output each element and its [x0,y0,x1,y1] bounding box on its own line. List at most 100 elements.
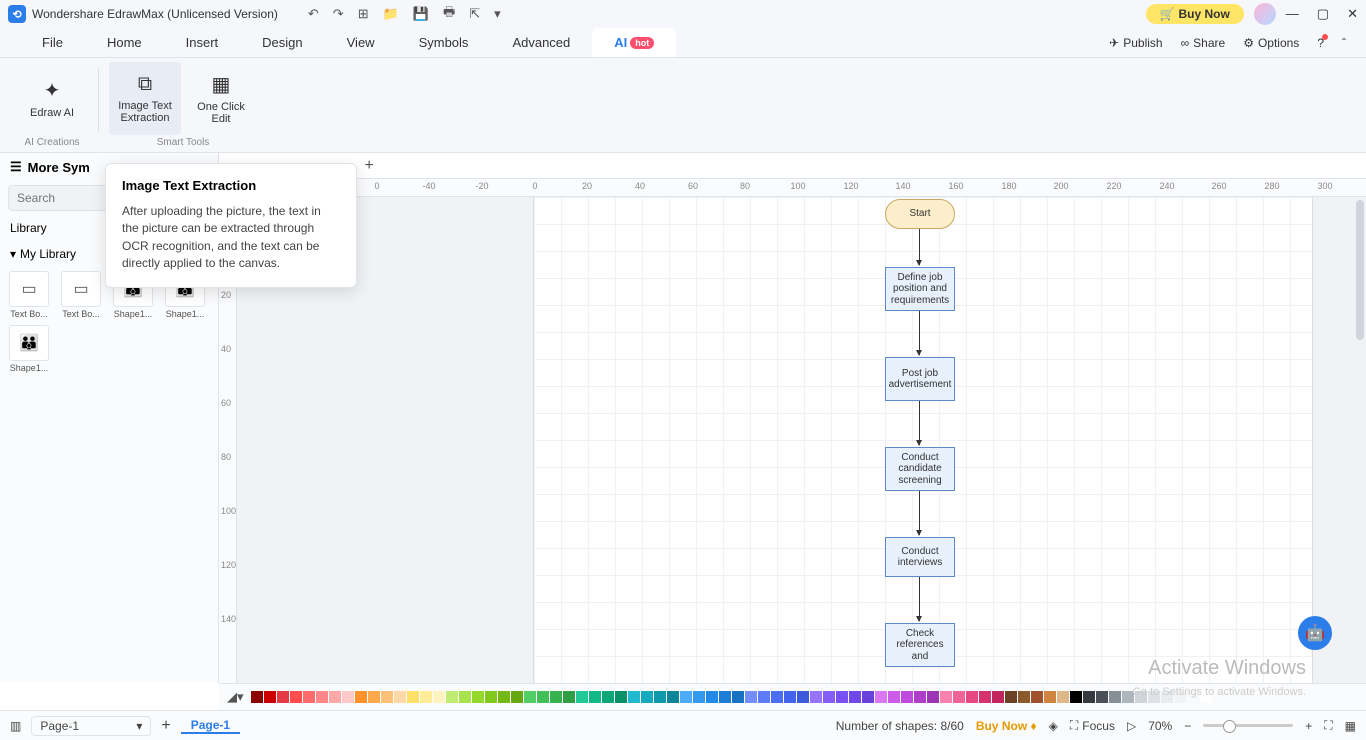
color-swatch[interactable] [433,691,445,703]
maximize-button[interactable]: ▢ [1317,6,1329,22]
print-icon[interactable]: 🖶 [443,3,455,25]
tab-home[interactable]: Home [85,28,164,57]
color-swatch[interactable] [589,691,601,703]
color-swatch[interactable] [251,691,263,703]
minimize-button[interactable]: ― [1286,6,1299,22]
color-swatch[interactable] [641,691,653,703]
collapse-ribbon-button[interactable]: ˆ [1342,36,1346,50]
color-swatch[interactable] [654,691,666,703]
color-swatch[interactable] [381,691,393,703]
canvas-viewport[interactable]: Start Define job position and requiremen… [237,197,1366,683]
color-swatch[interactable] [1083,691,1095,703]
color-swatch[interactable] [1005,691,1017,703]
color-swatch[interactable] [1057,691,1069,703]
chat-fab-button[interactable]: 🤖 [1298,616,1332,650]
focus-button[interactable]: ⛶ Focus [1070,718,1115,733]
page-selector[interactable]: Page-1 ▾ [31,716,151,736]
color-swatch[interactable] [1122,691,1134,703]
presentation-button[interactable]: ▷ [1127,719,1136,733]
color-swatch[interactable] [511,691,523,703]
color-swatch[interactable] [927,691,939,703]
color-swatch[interactable] [1148,691,1160,703]
color-swatch[interactable] [1044,691,1056,703]
color-swatch[interactable] [459,691,471,703]
flowchart-start-node[interactable]: Start [885,199,955,229]
color-swatch[interactable] [1070,691,1082,703]
color-swatch[interactable] [602,691,614,703]
options-button[interactable]: ⚙Options [1243,36,1299,50]
color-swatch[interactable] [758,691,770,703]
color-swatch[interactable] [264,691,276,703]
zoom-in-button[interactable]: + [1305,719,1312,733]
tab-file[interactable]: File [20,28,85,57]
fit-page-button[interactable]: ⛶ [1324,718,1332,733]
color-swatch[interactable] [797,691,809,703]
edraw-ai-button[interactable]: ✦ Edraw AI [16,62,88,135]
color-swatch[interactable] [823,691,835,703]
color-swatch[interactable] [810,691,822,703]
image-text-extraction-button[interactable]: ⧉ Image Text Extraction [109,62,181,135]
page-tab[interactable]: Page-1 [181,718,240,734]
color-swatch[interactable] [862,691,874,703]
color-swatch[interactable] [667,691,679,703]
zoom-slider[interactable] [1203,724,1293,727]
color-swatch[interactable] [628,691,640,703]
flowchart-node-2[interactable]: Post job advertisement [885,357,955,401]
tab-advanced[interactable]: Advanced [490,28,592,57]
shape-item[interactable]: 👪Shape1... [6,325,52,373]
color-swatch[interactable] [849,691,861,703]
tab-ai[interactable]: AI hot [592,28,676,57]
open-icon[interactable]: 📁 [383,6,399,22]
user-avatar[interactable] [1254,3,1276,25]
tab-insert[interactable]: Insert [164,28,241,57]
color-swatch[interactable] [706,691,718,703]
color-swatch[interactable] [719,691,731,703]
color-swatch[interactable] [745,691,757,703]
help-button[interactable]: ? [1317,36,1324,50]
color-swatch[interactable] [329,691,341,703]
doc-tab-add-button[interactable]: + [365,157,374,175]
color-swatch[interactable] [914,691,926,703]
color-swatch[interactable] [888,691,900,703]
color-swatch[interactable] [875,691,887,703]
color-swatch[interactable] [1031,691,1043,703]
color-swatch[interactable] [1135,691,1147,703]
color-swatch[interactable] [394,691,406,703]
undo-icon[interactable]: ↶ [308,6,319,22]
color-swatch[interactable] [524,691,536,703]
color-swatch[interactable] [732,691,744,703]
tab-symbols[interactable]: Symbols [397,28,491,57]
color-swatch[interactable] [992,691,1004,703]
color-swatch[interactable] [550,691,562,703]
new-icon[interactable]: ⊞ [358,6,369,22]
publish-button[interactable]: ✈Publish [1109,36,1162,50]
color-swatch[interactable] [537,691,549,703]
color-swatch[interactable] [953,691,965,703]
flowchart-node-4[interactable]: Conduct interviews [885,537,955,577]
redo-icon[interactable]: ↷ [333,6,344,22]
color-swatch[interactable] [836,691,848,703]
color-swatch[interactable] [901,691,913,703]
color-swatch[interactable] [277,691,289,703]
color-swatch[interactable] [966,691,978,703]
color-swatch[interactable] [1109,691,1121,703]
color-swatch[interactable] [563,691,575,703]
vertical-scrollbar[interactable] [1356,200,1364,340]
color-swatch[interactable] [342,691,354,703]
color-swatch[interactable] [316,691,328,703]
shape-item[interactable]: ▭Text Bo... [6,271,52,319]
color-swatch[interactable] [576,691,588,703]
paint-bucket-icon[interactable]: ◢▾ [227,689,244,705]
flowchart-node-3[interactable]: Conduct candidate screening [885,447,955,491]
color-swatch[interactable] [355,691,367,703]
color-swatch[interactable] [680,691,692,703]
qat-dropdown-icon[interactable]: ▾ [494,6,501,22]
one-click-edit-button[interactable]: ▦ One Click Edit [185,62,257,135]
pages-panel-icon[interactable]: ▥ [10,719,21,733]
flowchart-node-5[interactable]: Check references and [885,623,955,667]
color-swatch[interactable] [1187,691,1199,703]
color-swatch[interactable] [290,691,302,703]
fullscreen-button[interactable]: ▦ [1345,719,1356,733]
buy-now-button[interactable]: 🛒 Buy Now [1146,4,1244,24]
color-swatch[interactable] [446,691,458,703]
